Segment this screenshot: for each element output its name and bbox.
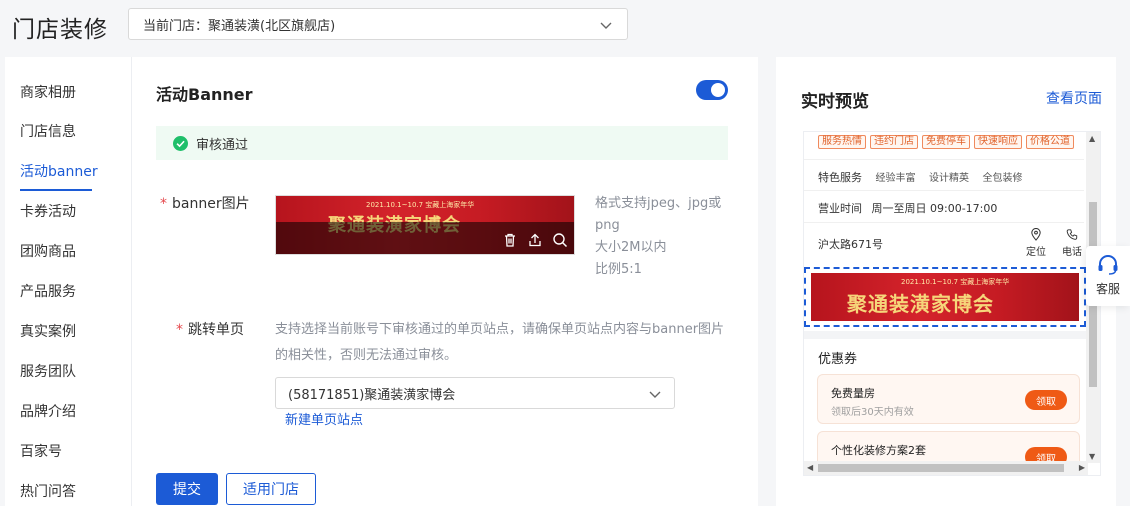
coupon-card: 免费量房 领取后30天内有效 领取	[817, 374, 1080, 424]
tag: 免费停车	[922, 135, 970, 149]
location-pin-icon	[1031, 228, 1041, 241]
sidebar-item-cases[interactable]: 真实案例	[20, 322, 76, 342]
phone-icon	[1066, 229, 1078, 240]
headset-icon	[1098, 255, 1118, 275]
banner-format-hint: 格式支持jpeg、jpg或 png 大小2M以内 比例5:1	[595, 196, 722, 277]
feature-services-row: 特色服务 经验丰富 设计精英 全包装修	[818, 171, 1023, 184]
sidebar-item-products[interactable]: 产品服务	[20, 282, 76, 302]
upload-icon[interactable]	[527, 232, 543, 248]
preview-banner-image: 2021.10.1~10.7 宝藏上海家年华 聚通装潢家博会	[811, 273, 1079, 321]
sidebar-item-store-info[interactable]: 门店信息	[20, 122, 76, 142]
section-title: 活动Banner	[156, 85, 253, 104]
sidebar-item-banner[interactable]: 活动banner	[20, 162, 98, 191]
apply-store-button[interactable]: 适用门店	[226, 473, 316, 505]
divider	[804, 222, 1084, 223]
delete-icon[interactable]	[502, 232, 518, 248]
coupon-section-title: 优惠券	[818, 352, 858, 367]
tag: 服务热情	[818, 135, 866, 149]
toggle-knob	[711, 83, 725, 97]
sidebar-item-baijiahao[interactable]: 百家号	[20, 442, 62, 462]
banner-ribbon-text: 2021.10.1~10.7 宝藏上海家年华	[366, 201, 475, 209]
sidebar-item-brand[interactable]: 品牌介绍	[20, 402, 76, 422]
jump-page-select-value: (58171851)聚通装潢家博会	[288, 387, 456, 403]
jump-page-description: 支持选择当前账号下审核通过的单页站点，请确保单页站点内容与banner图片的相关…	[275, 322, 725, 363]
section-separator	[804, 331, 1086, 339]
preview-banner[interactable]: 2021.10.1~10.7 宝藏上海家年华 聚通装潢家博会	[804, 267, 1086, 327]
phone-button[interactable]: 电话	[1059, 228, 1085, 258]
divider	[804, 190, 1084, 191]
horizontal-scrollbar[interactable]: ◀ ▶	[804, 461, 1088, 475]
sidebar-item-group-buy[interactable]: 团购商品	[20, 242, 76, 262]
chevron-down-icon	[600, 22, 612, 29]
scrollbar-thumb[interactable]	[818, 464, 1064, 472]
scroll-down-arrow-icon[interactable]: ▼	[1089, 452, 1095, 461]
review-status-bar: 审核通过	[156, 126, 728, 160]
zoom-icon[interactable]	[552, 232, 568, 248]
sidebar-nav: 商家相册 门店信息 活动banner 卡券活动 团购商品 产品服务 真实案例 服…	[5, 57, 132, 506]
claim-coupon-button[interactable]: 领取	[1025, 390, 1067, 410]
divider	[804, 159, 1084, 160]
editor-panel: 商家相册 门店信息 活动banner 卡券活动 团购商品 产品服务 真实案例 服…	[5, 57, 758, 506]
tag: 违约门店	[870, 135, 918, 149]
banner-headline: 聚通装潢家博会	[847, 292, 994, 316]
preview-title: 实时预览	[801, 92, 869, 112]
customer-service-button[interactable]: 客服	[1086, 246, 1130, 306]
banner-tools	[502, 232, 568, 248]
store-select[interactable]: 当前门店：聚通装潢(北区旗舰店)	[128, 8, 628, 40]
locate-button[interactable]: 定位	[1023, 228, 1049, 258]
scroll-right-arrow-icon[interactable]: ▶	[1079, 463, 1085, 472]
review-status-text: 审核通过	[196, 137, 249, 153]
banner-image-preview[interactable]: 2021.10.1~10.7 宝藏上海家年华 聚通装潢家博会	[275, 195, 575, 255]
coupon-name: 个性化装修方案2套	[831, 444, 926, 457]
check-circle-icon	[173, 135, 188, 151]
preview-panel: 实时预览 查看页面 服务热情 违约门店 免费停车 快速响应 价格公道 特色服务 …	[776, 57, 1116, 506]
sidebar-item-album[interactable]: 商家相册	[20, 83, 76, 103]
business-hours-row: 营业时间 周一至周日 09:00-17:00	[818, 202, 998, 215]
chevron-down-icon	[649, 391, 661, 398]
customer-service-label: 客服	[1095, 282, 1120, 296]
scroll-up-arrow-icon[interactable]: ▲	[1089, 134, 1095, 143]
new-page-site-link[interactable]: 新建单页站点	[285, 409, 363, 428]
tag: 快速响应	[974, 135, 1022, 149]
tag: 价格公道	[1026, 135, 1074, 149]
page-title: 门店装修	[12, 17, 108, 43]
sidebar-item-qa[interactable]: 热门问答	[20, 482, 76, 502]
scroll-left-arrow-icon[interactable]: ◀	[807, 463, 813, 472]
banner-image-label: * banner图片	[160, 196, 250, 212]
sidebar-item-team[interactable]: 服务团队	[20, 362, 76, 382]
submit-button[interactable]: 提交	[156, 473, 218, 505]
store-select-value: 当前门店：聚通装潢(北区旗舰店)	[143, 18, 336, 34]
sidebar-item-coupons[interactable]: 卡券活动	[20, 202, 76, 222]
coupon-name: 免费量房	[831, 387, 875, 400]
view-page-link[interactable]: 查看页面	[1046, 88, 1102, 108]
jump-page-select[interactable]: (58171851)聚通装潢家博会	[275, 377, 675, 409]
jump-page-label: * 跳转单页	[176, 322, 244, 338]
phone-preview[interactable]: 服务热情 违约门店 免费停车 快速响应 价格公道 特色服务 经验丰富 设计精英 …	[803, 131, 1101, 476]
store-tags: 服务热情 违约门店 免费停车 快速响应 价格公道	[818, 135, 1074, 149]
banner-ribbon-text: 2021.10.1~10.7 宝藏上海家年华	[901, 278, 1010, 286]
address-text: 沪太路671号	[818, 238, 883, 251]
banner-enable-toggle[interactable]	[696, 80, 728, 100]
coupon-desc: 领取后30天内有效	[831, 407, 914, 418]
